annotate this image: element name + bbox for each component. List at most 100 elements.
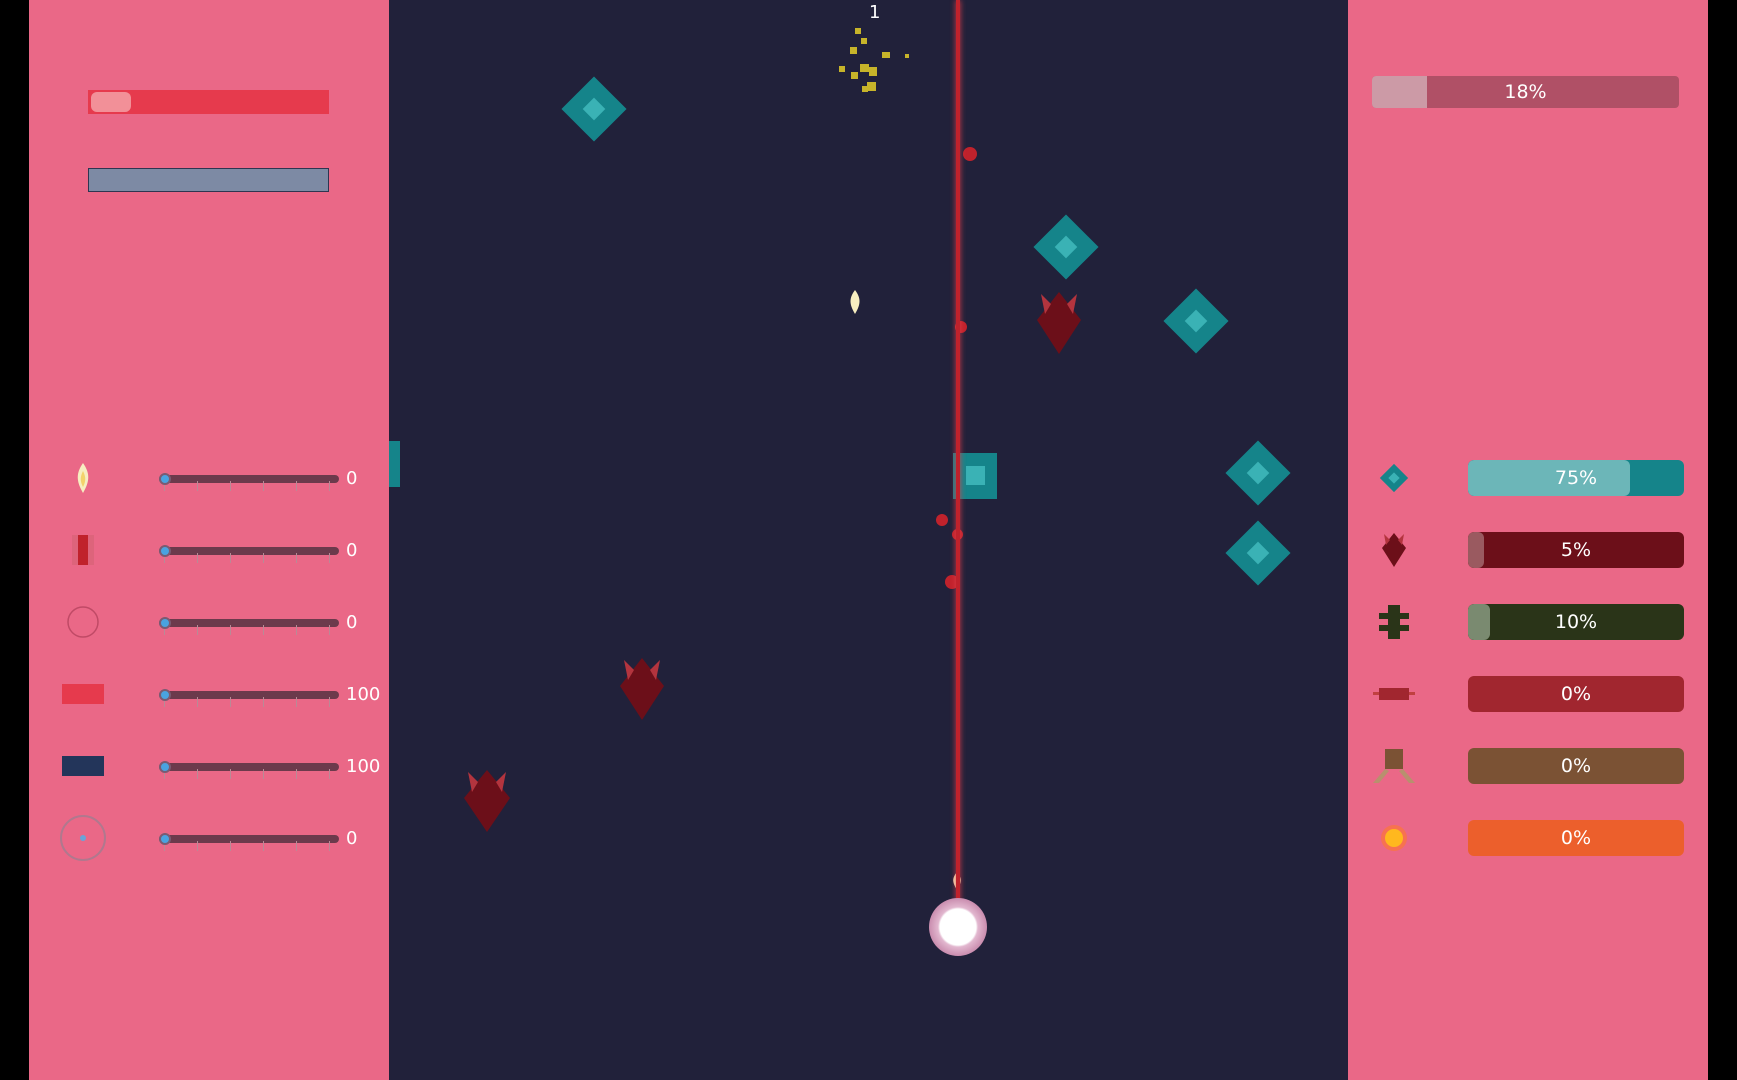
- upgrade-slider[interactable]: [159, 473, 339, 491]
- green-bug-icon: [1368, 604, 1420, 640]
- right-border: [1708, 0, 1737, 1080]
- enemy-kill-bar: 0%: [1468, 820, 1684, 856]
- right-status-panel: 18% 75% 5% 10% 0% 0% 0%: [1348, 0, 1708, 1080]
- brown-turret-icon: [1368, 748, 1420, 784]
- flame-bullet-icon: [59, 458, 107, 498]
- slider-tick: [197, 769, 198, 779]
- slider-tick: [296, 697, 297, 707]
- slider-tick: [263, 481, 264, 491]
- game-playfield[interactable]: 1: [389, 0, 1348, 1080]
- enemy-kill-row: 0%: [1368, 820, 1688, 856]
- slider-track: [159, 835, 339, 843]
- slider-tick: [230, 625, 231, 635]
- upgrade-value: 100: [346, 684, 381, 705]
- explosion-particle: [905, 54, 909, 58]
- enemy-red-bat: [620, 658, 664, 720]
- slider-tick: [263, 553, 264, 563]
- explosion-particle: [882, 52, 890, 58]
- enemy-kill-row: 75%: [1368, 460, 1688, 496]
- slider-tick: [329, 841, 330, 851]
- left-border: [0, 0, 29, 1080]
- enemy-kill-row: 10%: [1368, 604, 1688, 640]
- upgrade-row: 0: [59, 458, 379, 498]
- player-ship[interactable]: [929, 898, 987, 956]
- enemy-kill-row: 0%: [1368, 676, 1688, 712]
- slider-tick: [296, 553, 297, 563]
- enemy-kill-row: 5%: [1368, 532, 1688, 568]
- ring-icon: [59, 602, 107, 642]
- slider-tick: [197, 553, 198, 563]
- slider-track: [159, 547, 339, 555]
- enemy-kill-percent: 0%: [1560, 755, 1592, 777]
- shield-bar: [88, 168, 329, 192]
- slider-track: [159, 619, 339, 627]
- upgrade-row: 0: [59, 815, 379, 861]
- upgrade-row: 0: [59, 602, 379, 642]
- enemy-kill-percent: 10%: [1554, 611, 1598, 633]
- slider-knob[interactable]: [159, 473, 171, 485]
- explosion-particle: [855, 28, 861, 34]
- enemy-teal-diamond: [1225, 440, 1291, 506]
- upgrade-value: 100: [346, 756, 381, 777]
- upgrade-slider[interactable]: [159, 761, 339, 779]
- slider-knob[interactable]: [159, 761, 171, 773]
- explosion-particle: [869, 67, 877, 76]
- player-flame-bullet: [850, 290, 860, 314]
- slider-tick: [329, 697, 330, 707]
- upgrade-row: 100: [59, 674, 381, 714]
- slider-tick: [296, 625, 297, 635]
- slider-tick: [230, 697, 231, 707]
- explosion-particle: [851, 72, 858, 79]
- upgrade-slider[interactable]: [159, 689, 339, 707]
- enemy-kill-percent: 0%: [1560, 827, 1592, 849]
- slider-tick: [296, 841, 297, 851]
- upgrade-slider[interactable]: [159, 833, 339, 851]
- health-bar: [88, 90, 329, 114]
- slider-tick: [263, 697, 264, 707]
- enemy-bullet: [936, 514, 948, 526]
- slider-tick: [230, 769, 231, 779]
- level-progress-label: 18%: [1504, 81, 1547, 103]
- upgrade-value: 0: [346, 540, 358, 561]
- enemy-kill-bar: 5%: [1468, 532, 1684, 568]
- health-block-icon: [59, 674, 107, 714]
- slider-knob[interactable]: [159, 545, 171, 557]
- slider-tick: [197, 625, 198, 635]
- slider-track: [159, 475, 339, 483]
- slider-tick: [263, 769, 264, 779]
- slider-tick: [230, 841, 231, 851]
- upgrade-slider[interactable]: [159, 617, 339, 635]
- upgrade-value: 0: [346, 468, 358, 489]
- slider-tick: [197, 481, 198, 491]
- slider-track: [159, 691, 339, 699]
- enemy-kill-bar: 0%: [1468, 676, 1684, 712]
- enemy-teal-diamond: [1225, 520, 1291, 586]
- explosion-particle: [862, 86, 868, 92]
- slider-tick: [296, 769, 297, 779]
- explosion-particle: [860, 64, 869, 72]
- enemy-kill-percent: 5%: [1560, 539, 1592, 561]
- enemy-bullet: [963, 147, 977, 161]
- target-orb-icon: [59, 815, 107, 861]
- player-laser-beam: [956, 0, 960, 928]
- enemy-kill-row: 0%: [1368, 748, 1688, 784]
- slider-tick: [329, 481, 330, 491]
- upgrade-row: 100: [59, 746, 381, 786]
- slider-knob[interactable]: [159, 833, 171, 845]
- upgrade-slider[interactable]: [159, 545, 339, 563]
- explosion-particle: [861, 38, 867, 44]
- health-bar-fill: [91, 92, 131, 112]
- slider-tick: [197, 697, 198, 707]
- slider-tick: [230, 481, 231, 491]
- slider-knob[interactable]: [159, 617, 171, 629]
- enemy-kill-percent: 0%: [1560, 683, 1592, 705]
- shield-block-icon: [59, 746, 107, 786]
- slider-tick: [329, 625, 330, 635]
- slider-knob[interactable]: [159, 689, 171, 701]
- slider-tick: [329, 769, 330, 779]
- orange-orb-icon: [1368, 820, 1420, 856]
- wave-counter: 1: [869, 2, 881, 23]
- enemy-kill-percent: 75%: [1554, 467, 1598, 489]
- upgrade-value: 0: [346, 828, 358, 849]
- slider-tick: [296, 481, 297, 491]
